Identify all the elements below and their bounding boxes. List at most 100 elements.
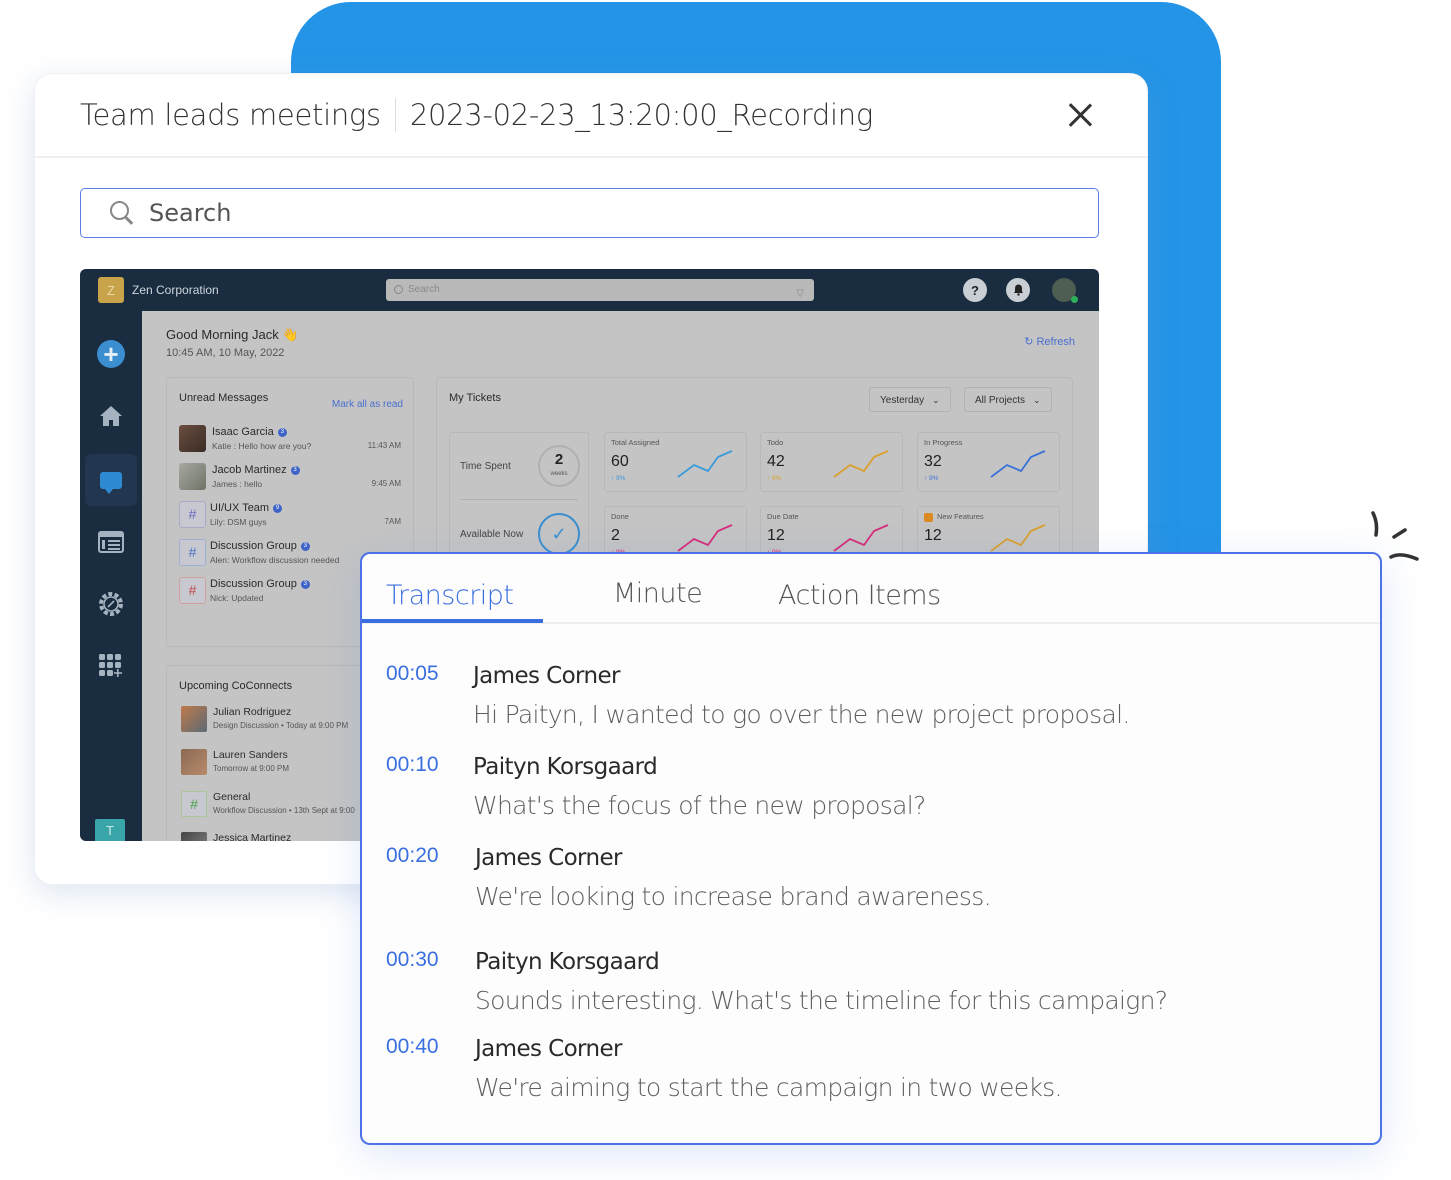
coconnect-item: Lauren Sanders Tomorrow at 9:00 PM	[181, 749, 381, 781]
stat-value: 42	[767, 453, 785, 470]
bell-icon	[1006, 278, 1030, 302]
filter-icon: ▽	[796, 288, 804, 299]
trend-line	[833, 450, 889, 478]
search-input[interactable]	[149, 199, 1049, 227]
stat-delta: ↑ 9%	[924, 475, 939, 482]
time-spent-unit: weeks	[550, 471, 568, 477]
news-icon	[96, 527, 126, 557]
stat-value: 32	[924, 453, 942, 470]
message-sender: Discussion Group	[210, 540, 297, 552]
tab-action-items[interactable]: Action Items	[778, 580, 941, 611]
unread-badge: 3	[300, 541, 310, 551]
timestamp-link[interactable]: 00:30	[386, 948, 439, 972]
dialog-header: Team leads meetings 2023-02-23_13:20:00_…	[35, 74, 1147, 158]
recording-name: 2023-02-23_13:20:00_Recording	[409, 98, 873, 132]
transcript-tabs: Transcript Minute Action Items	[362, 554, 1380, 624]
trend-sparkline	[990, 450, 1046, 478]
speaker-name: Paityn Korsgaard	[473, 754, 658, 780]
trend-line	[677, 450, 733, 478]
meeting-name[interactable]: Team leads meetings	[80, 98, 381, 132]
time-spent-ring: 2 weeks	[538, 445, 580, 487]
message-preview: Nick: Updated	[210, 593, 264, 603]
search-icon	[109, 200, 135, 226]
home-icon	[96, 401, 126, 431]
stat-card: Todo 42 ↑ 9%	[760, 432, 903, 492]
refresh-link: ↻ Refresh	[1024, 336, 1075, 348]
greeting: Good Morning Jack 👋	[166, 327, 299, 342]
trend-sparkline	[833, 450, 889, 478]
trend-line	[990, 524, 1046, 552]
coconnect-name: Julian Rodriguez	[213, 706, 292, 718]
timestamp-link[interactable]: 00:20	[386, 844, 439, 868]
trend-line	[990, 450, 1046, 478]
coconnect-name: Lauren Sanders	[213, 749, 288, 761]
mark-all-read-link: Mark all as read	[331, 399, 403, 410]
app-topbar: Z Zen Corporation Search ▽ ?	[80, 269, 1099, 311]
speaker-name: James Corner	[475, 845, 623, 871]
stat-value: 2	[611, 527, 620, 544]
breadcrumb-separator	[394, 98, 396, 132]
app-sidebar: + T	[80, 311, 142, 841]
channel-hash-icon: #	[179, 501, 206, 528]
close-icon[interactable]	[1065, 100, 1095, 130]
period-dropdown: Yesterday ⌄	[869, 387, 951, 412]
app-search-placeholder: Search	[408, 284, 440, 295]
channel-hash-icon: #	[179, 539, 206, 566]
coconnect-time: Design Discussion • Today at 9:00 PM	[213, 721, 349, 730]
transcript-text: We're looking to increase brand awarenes…	[475, 882, 992, 911]
coconnect-item: Jessica Martinez	[181, 832, 381, 841]
stat-delta: ↑ 9%	[611, 475, 626, 482]
coconnect-time: Tomorrow at 9:00 PM	[213, 764, 290, 773]
chevron-down-icon: ⌄	[932, 395, 940, 405]
search-field[interactable]	[80, 188, 1099, 238]
stat-label: Due Date	[767, 512, 799, 521]
avatar	[179, 425, 206, 452]
speaker-name: James Corner	[473, 663, 621, 689]
chat-icon	[85, 454, 137, 506]
list-icon	[924, 512, 933, 522]
stat-value: 12	[924, 527, 942, 544]
check-icon: ✓	[538, 513, 580, 555]
transcript-panel: Transcript Minute Action Items 00:05 Jam…	[360, 552, 1382, 1145]
coconnect-item: # General Workflow Discussion • 13th Sep…	[181, 791, 381, 823]
integration-icon	[96, 589, 126, 619]
app-search-input: Search ▽	[386, 279, 814, 301]
transcript-text: Sounds interesting. What's the timeline …	[475, 986, 1168, 1015]
message-item: # UI/UX Team 9 Lily: DSM guys 7AM	[179, 501, 401, 533]
transcript-text: What's the focus of the new proposal?	[473, 791, 926, 820]
unread-badge: 3	[277, 427, 287, 437]
timestamp-link[interactable]: 00:10	[386, 753, 439, 777]
user-avatar	[1052, 278, 1078, 303]
stat-label: Total Assigned	[611, 438, 660, 447]
trend-sparkline	[990, 524, 1046, 552]
coconnect-name: General	[213, 791, 251, 803]
tickets-title: My Tickets	[449, 392, 501, 404]
company-logo: Z	[98, 277, 124, 303]
tab-minute[interactable]: Minute	[613, 578, 703, 609]
channel-hash-icon: #	[179, 577, 206, 604]
trend-sparkline	[833, 524, 889, 552]
unread-badge: 3	[300, 579, 310, 589]
add-icon: +	[96, 339, 126, 369]
coconnect-time: Workflow Discussion • 13th Sept at 9:00	[213, 806, 355, 815]
company-name: Zen Corporation	[132, 283, 219, 297]
time-spent-value: 2	[554, 451, 564, 468]
trend-sparkline	[677, 524, 733, 552]
trend-line	[677, 524, 733, 552]
timestamp-link[interactable]: 00:05	[386, 662, 439, 686]
stat-label: Todo	[767, 438, 784, 447]
tab-transcript[interactable]: Transcript	[386, 580, 514, 611]
unread-title: Unread Messages	[179, 392, 269, 404]
stat-value: 12	[767, 527, 785, 544]
avatar	[181, 832, 207, 841]
timestamp-link[interactable]: 00:40	[386, 1035, 439, 1059]
divider	[460, 499, 578, 500]
avatar	[181, 749, 207, 775]
message-time: 11:43 AM	[367, 441, 401, 450]
message-sender: UI/UX Team	[210, 502, 270, 514]
unread-badge: 3	[290, 465, 300, 475]
message-sender: Jacob Martinez	[212, 464, 287, 476]
workspace-avatar: T	[95, 819, 125, 841]
chevron-down-icon: ⌄	[1033, 395, 1041, 405]
message-preview: James : hello	[212, 479, 263, 489]
